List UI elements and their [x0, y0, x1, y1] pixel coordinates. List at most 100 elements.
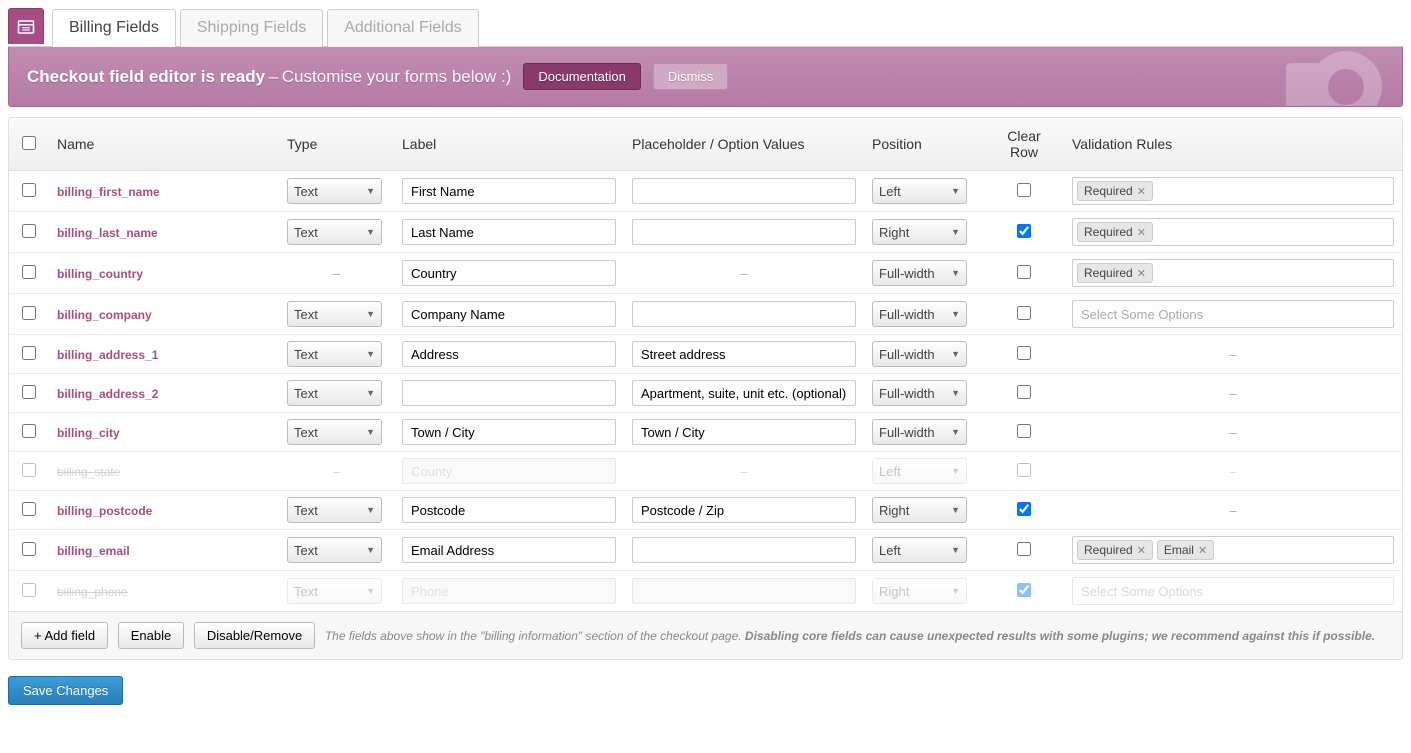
documentation-button[interactable]: Documentation [523, 63, 640, 90]
placeholder-input[interactable] [632, 301, 856, 327]
position-select-value: Full-width [879, 266, 935, 281]
type-select[interactable]: Text▼ [287, 537, 382, 563]
type-select[interactable]: Text▼ [287, 341, 382, 367]
field-name[interactable]: billing_city [57, 426, 120, 440]
field-name[interactable]: billing_phone [57, 585, 128, 599]
row-checkbox[interactable] [22, 265, 36, 279]
type-dash: – [287, 266, 386, 281]
label-input[interactable] [402, 578, 616, 604]
clear-row-checkbox[interactable] [1017, 583, 1031, 597]
dismiss-button[interactable]: Dismiss [653, 63, 729, 90]
position-select[interactable]: Full-width▼ [872, 301, 967, 327]
chevron-down-icon: ▼ [366, 227, 375, 237]
close-icon[interactable]: ✕ [1137, 185, 1146, 198]
clear-row-checkbox[interactable] [1017, 542, 1031, 556]
row-checkbox[interactable] [22, 424, 36, 438]
position-select[interactable]: Full-width▼ [872, 341, 967, 367]
row-checkbox[interactable] [22, 385, 36, 399]
field-name[interactable]: billing_address_2 [57, 387, 158, 401]
type-select[interactable]: Text▼ [287, 219, 382, 245]
label-input[interactable] [402, 380, 616, 406]
field-name[interactable]: billing_company [57, 308, 152, 322]
label-input[interactable] [402, 537, 616, 563]
chevron-down-icon: ▼ [951, 388, 960, 398]
clear-row-checkbox[interactable] [1017, 463, 1031, 477]
position-select[interactable]: Right▼ [872, 497, 967, 523]
chevron-down-icon: ▼ [951, 545, 960, 555]
type-select[interactable]: Text▼ [287, 497, 382, 523]
placeholder-input[interactable] [632, 578, 856, 604]
tab-billing-fields[interactable]: Billing Fields [52, 9, 176, 47]
placeholder-input[interactable] [632, 537, 856, 563]
type-select[interactable]: Text▼ [287, 380, 382, 406]
type-select[interactable]: Text▼ [287, 578, 382, 604]
close-icon[interactable]: ✕ [1137, 544, 1146, 557]
validation-rules-input[interactable]: Required✕ [1072, 177, 1394, 205]
field-name[interactable]: billing_first_name [57, 185, 160, 199]
close-icon[interactable]: ✕ [1137, 267, 1146, 280]
clear-row-checkbox[interactable] [1017, 183, 1031, 197]
field-name[interactable]: billing_postcode [57, 504, 152, 518]
field-name[interactable]: billing_email [57, 544, 130, 558]
clear-row-checkbox[interactable] [1017, 306, 1031, 320]
row-checkbox[interactable] [22, 502, 36, 516]
type-select[interactable]: Text▼ [287, 301, 382, 327]
field-name[interactable]: billing_address_1 [57, 348, 158, 362]
enable-button[interactable]: Enable [118, 622, 184, 649]
position-select[interactable]: Right▼ [872, 578, 967, 604]
save-changes-button[interactable]: Save Changes [8, 676, 123, 705]
row-checkbox[interactable] [22, 346, 36, 360]
placeholder-input[interactable] [632, 497, 856, 523]
validation-rules-input[interactable]: Required✕Email✕ [1072, 536, 1394, 564]
clear-row-checkbox[interactable] [1017, 502, 1031, 516]
label-input[interactable] [402, 497, 616, 523]
placeholder-input[interactable] [632, 380, 856, 406]
select-all-checkbox[interactable] [22, 136, 36, 150]
position-select[interactable]: Full-width▼ [872, 260, 967, 286]
row-checkbox[interactable] [22, 463, 36, 477]
label-input[interactable] [402, 219, 616, 245]
position-select[interactable]: Full-width▼ [872, 380, 967, 406]
position-select[interactable]: Left▼ [872, 537, 967, 563]
field-name[interactable]: billing_last_name [57, 226, 158, 240]
row-checkbox[interactable] [22, 183, 36, 197]
type-select[interactable]: Text▼ [287, 178, 382, 204]
clear-row-checkbox[interactable] [1017, 224, 1031, 238]
row-checkbox[interactable] [22, 583, 36, 597]
close-icon[interactable]: ✕ [1198, 544, 1207, 557]
row-checkbox[interactable] [22, 224, 36, 238]
disable-remove-button[interactable]: Disable/Remove [194, 622, 315, 649]
validation-rules-input[interactable]: Select Some Options [1072, 577, 1394, 605]
label-input[interactable] [402, 419, 616, 445]
label-input[interactable] [402, 341, 616, 367]
row-checkbox[interactable] [22, 306, 36, 320]
clear-row-checkbox[interactable] [1017, 385, 1031, 399]
position-select[interactable]: Left▼ [872, 458, 967, 484]
clear-row-checkbox[interactable] [1017, 265, 1031, 279]
clear-row-checkbox[interactable] [1017, 424, 1031, 438]
field-name[interactable]: billing_state [57, 465, 120, 479]
label-input[interactable] [402, 301, 616, 327]
placeholder-input[interactable] [632, 219, 856, 245]
type-select[interactable]: Text▼ [287, 419, 382, 445]
validation-rules-input[interactable]: Required✕ [1072, 218, 1394, 246]
tab-shipping-fields[interactable]: Shipping Fields [180, 9, 323, 47]
label-input[interactable] [402, 178, 616, 204]
position-select[interactable]: Left▼ [872, 178, 967, 204]
label-input[interactable] [402, 260, 616, 286]
row-checkbox[interactable] [22, 542, 36, 556]
add-field-button[interactable]: + Add field [21, 622, 108, 649]
field-name[interactable]: billing_country [57, 267, 143, 281]
table-row: billing_first_name Text▼ Left▼ Required✕ [9, 171, 1402, 212]
validation-rules-input[interactable]: Select Some Options [1072, 300, 1394, 328]
clear-row-checkbox[interactable] [1017, 346, 1031, 360]
close-icon[interactable]: ✕ [1137, 226, 1146, 239]
tab-additional-fields[interactable]: Additional Fields [327, 9, 478, 47]
placeholder-input[interactable] [632, 341, 856, 367]
placeholder-input[interactable] [632, 178, 856, 204]
position-select[interactable]: Right▼ [872, 219, 967, 245]
position-select[interactable]: Full-width▼ [872, 419, 967, 445]
placeholder-input[interactable] [632, 419, 856, 445]
label-input[interactable] [402, 458, 616, 484]
validation-rules-input[interactable]: Required✕ [1072, 259, 1394, 287]
